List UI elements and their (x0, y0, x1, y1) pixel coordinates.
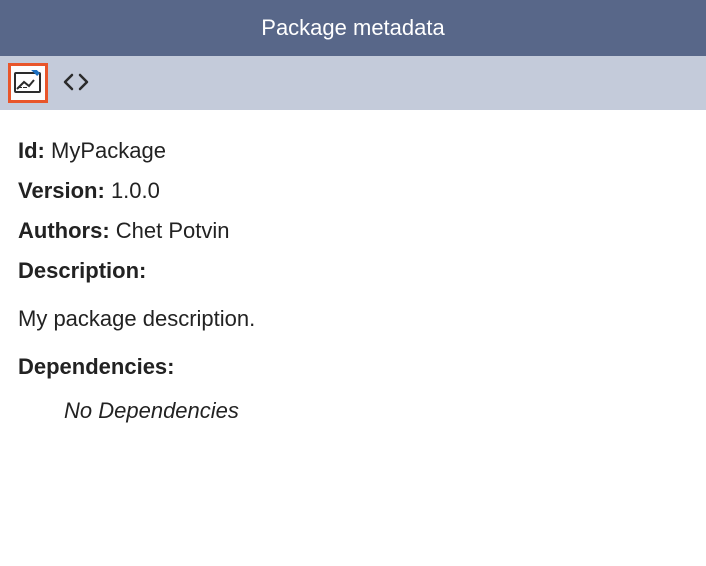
dependencies-row: Dependencies: (18, 354, 688, 380)
authors-value: Chet Potvin (116, 218, 230, 243)
version-value: 1.0.0 (111, 178, 160, 203)
authors-row: Authors: Chet Potvin (18, 218, 688, 244)
dependencies-label: Dependencies: (18, 354, 175, 379)
titlebar: Package metadata (0, 0, 706, 56)
description-row: Description: (18, 258, 688, 284)
id-row: Id: MyPackage (18, 138, 688, 164)
id-label: Id: (18, 138, 45, 163)
form-view-button[interactable] (8, 63, 48, 103)
titlebar-text: Package metadata (261, 15, 444, 41)
id-value: MyPackage (51, 138, 166, 163)
authors-label: Authors: (18, 218, 110, 243)
version-row: Version: 1.0.0 (18, 178, 688, 204)
metadata-content: Id: MyPackage Version: 1.0.0 Authors: Ch… (0, 110, 706, 452)
code-view-icon (63, 72, 89, 95)
version-label: Version: (18, 178, 105, 203)
code-view-button[interactable] (56, 63, 96, 103)
form-view-icon (14, 70, 42, 97)
dependencies-none: No Dependencies (18, 398, 688, 424)
description-label: Description: (18, 258, 146, 283)
description-value: My package description. (18, 306, 688, 332)
toolbar (0, 56, 706, 110)
